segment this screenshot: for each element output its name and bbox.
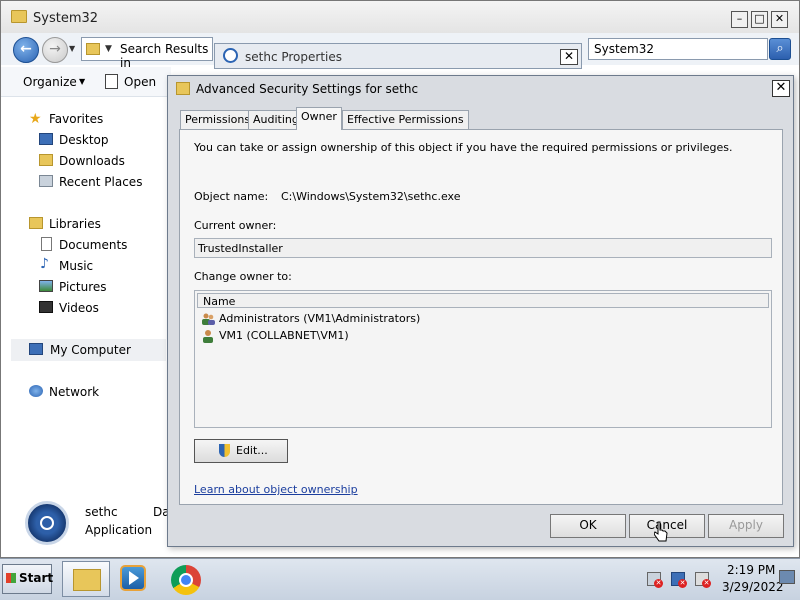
pictures-icon bbox=[39, 280, 53, 292]
network-icon bbox=[29, 385, 43, 397]
address-bar[interactable]: ▼ Search Results in bbox=[81, 37, 213, 70]
list-column-header[interactable]: Name bbox=[197, 293, 769, 308]
folder-icon bbox=[86, 43, 100, 55]
history-dropdown-icon[interactable]: ▼ bbox=[69, 44, 75, 53]
star-icon: ★ bbox=[29, 111, 42, 127]
taskbar-media-player-button[interactable] bbox=[120, 565, 146, 591]
object-name-value: C:\Windows\System32\sethc.exe bbox=[281, 190, 461, 203]
desktop-icon bbox=[39, 133, 53, 145]
music-icon: ♪ bbox=[40, 256, 49, 272]
windows-logo-icon bbox=[6, 573, 16, 583]
search-value: System32 bbox=[594, 42, 655, 56]
properties-close-button[interactable]: ✕ bbox=[560, 49, 578, 65]
action-center-flag-icon[interactable]: ✕ bbox=[647, 572, 663, 588]
tab-permissions[interactable]: Permissions bbox=[180, 110, 256, 129]
clock-date[interactable]: 3/29/2022 bbox=[722, 580, 784, 594]
selected-file-name: sethc bbox=[85, 505, 118, 519]
current-owner-label: Current owner: bbox=[194, 219, 277, 232]
search-input[interactable]: System32 bbox=[588, 38, 768, 60]
dialog-title: Advanced Security Settings for sethc bbox=[196, 82, 419, 96]
videos-icon bbox=[39, 301, 53, 313]
start-label: Start bbox=[19, 571, 54, 585]
mouse-pointer-icon bbox=[654, 521, 668, 542]
libraries-icon bbox=[29, 217, 43, 229]
organize-button[interactable]: Organize bbox=[23, 75, 77, 89]
owner-tab-panel: You can take or assign ownership of this… bbox=[179, 129, 783, 505]
address-text: Search Results in bbox=[120, 42, 209, 70]
dialog-close-button[interactable]: ✕ bbox=[772, 80, 790, 97]
show-desktop-button[interactable] bbox=[779, 570, 795, 584]
tab-owner[interactable]: Owner bbox=[296, 107, 342, 130]
chevron-down-icon[interactable]: ▼ bbox=[79, 77, 85, 86]
forward-arrow-icon: → bbox=[49, 41, 61, 57]
properties-window-tab[interactable]: sethc Properties ✕ bbox=[214, 43, 582, 69]
back-button[interactable]: ← bbox=[13, 37, 39, 63]
forward-button[interactable]: → bbox=[42, 37, 68, 63]
user-group-icon bbox=[201, 312, 215, 326]
object-name-label: Object name: bbox=[194, 190, 269, 203]
search-button[interactable]: ⌕ bbox=[769, 38, 791, 60]
learn-ownership-link[interactable]: Learn about object ownership bbox=[194, 483, 358, 496]
clock-time[interactable]: 2:19 PM bbox=[727, 563, 775, 577]
play-icon bbox=[129, 571, 139, 585]
application-icon bbox=[25, 501, 69, 545]
network-icon[interactable]: ✕ bbox=[671, 572, 687, 588]
ok-button[interactable]: OK bbox=[550, 514, 626, 538]
selected-file-type: Application bbox=[85, 523, 153, 537]
chrome-icon bbox=[179, 573, 193, 587]
dialog-titlebar: Advanced Security Settings for sethc ✕ bbox=[168, 76, 793, 102]
current-owner-field: TrustedInstaller bbox=[194, 238, 772, 258]
recent-places-icon bbox=[39, 175, 53, 187]
application-icon bbox=[223, 48, 238, 63]
downloads-folder-icon bbox=[39, 154, 53, 166]
explorer-title: System32 bbox=[33, 11, 99, 26]
open-button[interactable]: Open bbox=[124, 75, 156, 89]
user-icon bbox=[201, 329, 215, 343]
folder-icon bbox=[11, 10, 27, 23]
folder-icon bbox=[73, 569, 101, 591]
explorer-titlebar: System32 – □ ✕ bbox=[1, 1, 799, 33]
apply-button[interactable]: Apply bbox=[708, 514, 784, 538]
ownership-info-text: You can take or assign ownership of this… bbox=[194, 141, 733, 154]
owner-list[interactable]: Name Administrators (VM1\Administrators)… bbox=[194, 290, 772, 428]
close-button[interactable]: ✕ bbox=[771, 11, 788, 28]
start-button[interactable]: Start bbox=[2, 564, 54, 594]
change-owner-label: Change owner to: bbox=[194, 270, 292, 283]
volume-icon[interactable]: ✕ bbox=[695, 572, 711, 588]
back-arrow-icon: ← bbox=[20, 41, 32, 57]
tab-effective-permissions[interactable]: Effective Permissions bbox=[342, 110, 469, 129]
accessibility-icon bbox=[40, 516, 54, 530]
computer-icon bbox=[29, 343, 43, 355]
uac-shield-icon bbox=[219, 444, 230, 457]
chevron-down-icon[interactable]: ▼ bbox=[105, 44, 112, 54]
edit-button[interactable]: Edit... bbox=[194, 439, 288, 463]
documents-icon bbox=[41, 237, 52, 251]
minimize-button[interactable]: – bbox=[731, 11, 748, 28]
name-column-label: Name bbox=[203, 295, 236, 308]
properties-title: sethc Properties bbox=[245, 50, 343, 64]
open-icon[interactable] bbox=[105, 74, 118, 89]
edit-button-label: Edit... bbox=[236, 444, 268, 457]
taskbar-explorer-button[interactable] bbox=[62, 561, 110, 597]
folder-icon bbox=[176, 82, 190, 95]
search-icon: ⌕ bbox=[776, 41, 784, 56]
nav-my-computer[interactable]: My Computer bbox=[11, 339, 166, 361]
taskbar-chrome-button[interactable] bbox=[171, 565, 201, 595]
current-owner-value: TrustedInstaller bbox=[198, 242, 283, 255]
navigation-pane: ★ Favorites Desktop Downloads Recent Pla… bbox=[1, 98, 166, 498]
advanced-security-dialog: Advanced Security Settings for sethc ✕ P… bbox=[167, 75, 794, 547]
maximize-button[interactable]: □ bbox=[751, 11, 768, 28]
